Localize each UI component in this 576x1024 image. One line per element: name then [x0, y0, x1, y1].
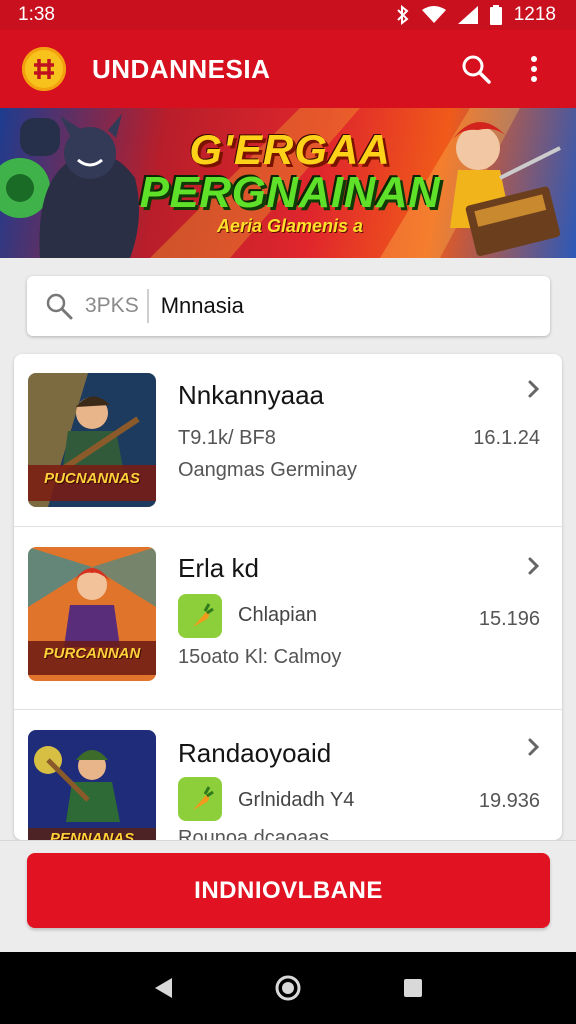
- recents-button[interactable]: [393, 968, 433, 1008]
- wifi-icon: [421, 6, 446, 24]
- game-thumbnail: PENNANAS: [28, 730, 156, 840]
- more-options-button[interactable]: [510, 45, 558, 93]
- chevron-right-icon[interactable]: [522, 555, 544, 577]
- promo-banner[interactable]: G'ERGAA PERGNAINAN Aeria Glamenis a: [0, 108, 576, 258]
- game-subtitle: Oangmas Germinay: [178, 459, 357, 481]
- game-thumbnail: PUCNANNAS: [28, 373, 156, 507]
- chevron-right-icon[interactable]: [522, 378, 544, 400]
- list-item[interactable]: PENNANAS Randaoyoaid Grlnidadh Y4 Rounoa…: [14, 709, 562, 840]
- search-divider: [146, 289, 149, 323]
- game-thumbnail-label: PUCNANNAS: [44, 470, 140, 487]
- list-item[interactable]: PUCNANNAS Nnkannyaaa T9.1k/ BF8 Oangmas …: [14, 354, 562, 526]
- game-subtitle: Rounoa dcaoaas: [178, 827, 330, 840]
- back-button[interactable]: [143, 968, 183, 1008]
- search-icon: [462, 55, 491, 84]
- app-title: UNDANNESIA: [92, 53, 271, 84]
- banner-headline: G'ERGAA PERGNAINAN Aeria Glamenis a: [130, 126, 450, 237]
- status-time: 1:38: [18, 4, 55, 25]
- game-title: Randaoyoaid: [178, 738, 332, 768]
- game-title: Erla kd: [178, 553, 259, 583]
- banner-title-line2: PERGNAINAN: [139, 168, 441, 217]
- game-number: 19.936: [478, 790, 540, 812]
- banner-title-line1: G'ERGAA: [189, 126, 391, 173]
- list-item[interactable]: PURCANNAN Erla kd Chlapian 15oato Kl: Ca…: [14, 526, 562, 698]
- search-input[interactable]: Mnnasia: [161, 293, 244, 319]
- game-thumbnail-label: PURCANNAN: [43, 645, 141, 662]
- system-nav-bar: [0, 952, 576, 1024]
- game-genre: Chlapian: [238, 604, 317, 626]
- carrot-icon: [178, 777, 222, 821]
- status-icons: 1218: [396, 4, 556, 26]
- more-vert-icon: [531, 56, 537, 82]
- back-icon: [154, 978, 172, 998]
- home-button[interactable]: [268, 968, 308, 1008]
- game-list: PUCNANNAS Nnkannyaaa T9.1k/ BF8 Oangmas …: [14, 354, 562, 840]
- signal-icon: [457, 6, 478, 24]
- game-number: 15.196: [478, 608, 540, 630]
- app-logo[interactable]: [22, 47, 66, 91]
- game-number: 16.1.24: [473, 427, 540, 449]
- battery-icon: [489, 5, 502, 25]
- game-thumbnail: PURCANNAN: [28, 547, 156, 681]
- status-bar: 1:38 1218: [0, 0, 576, 30]
- app-bar: UNDANNESIA: [0, 30, 576, 108]
- logo-mark-icon: [34, 59, 54, 79]
- search-icon: [46, 293, 73, 320]
- home-icon: [275, 975, 301, 1001]
- game-thumbnail-label: PENNANAS: [49, 830, 135, 840]
- search-bar[interactable]: 3PKS Mnnasia: [27, 276, 550, 336]
- game-art-image: [28, 730, 156, 840]
- status-clock-right: 1218: [513, 4, 556, 25]
- chevron-right-icon[interactable]: [522, 736, 544, 758]
- game-title: Nnkannyaaa: [178, 380, 324, 410]
- banner-tagline: Aeria Glamenis a: [216, 216, 364, 236]
- search-scope-label[interactable]: 3PKS: [85, 294, 139, 318]
- carrot-icon: [178, 594, 222, 638]
- game-meta: T9.1k/ BF8: [178, 427, 276, 449]
- game-genre: Grlnidadh Y4: [238, 789, 355, 811]
- bluetooth-icon: [396, 5, 410, 25]
- recents-icon: [404, 979, 423, 997]
- game-subtitle: 15oato Kl: Calmoy: [178, 646, 342, 668]
- search-button[interactable]: [452, 45, 500, 93]
- primary-action-button[interactable]: INDNIOVLBANE: [27, 853, 550, 928]
